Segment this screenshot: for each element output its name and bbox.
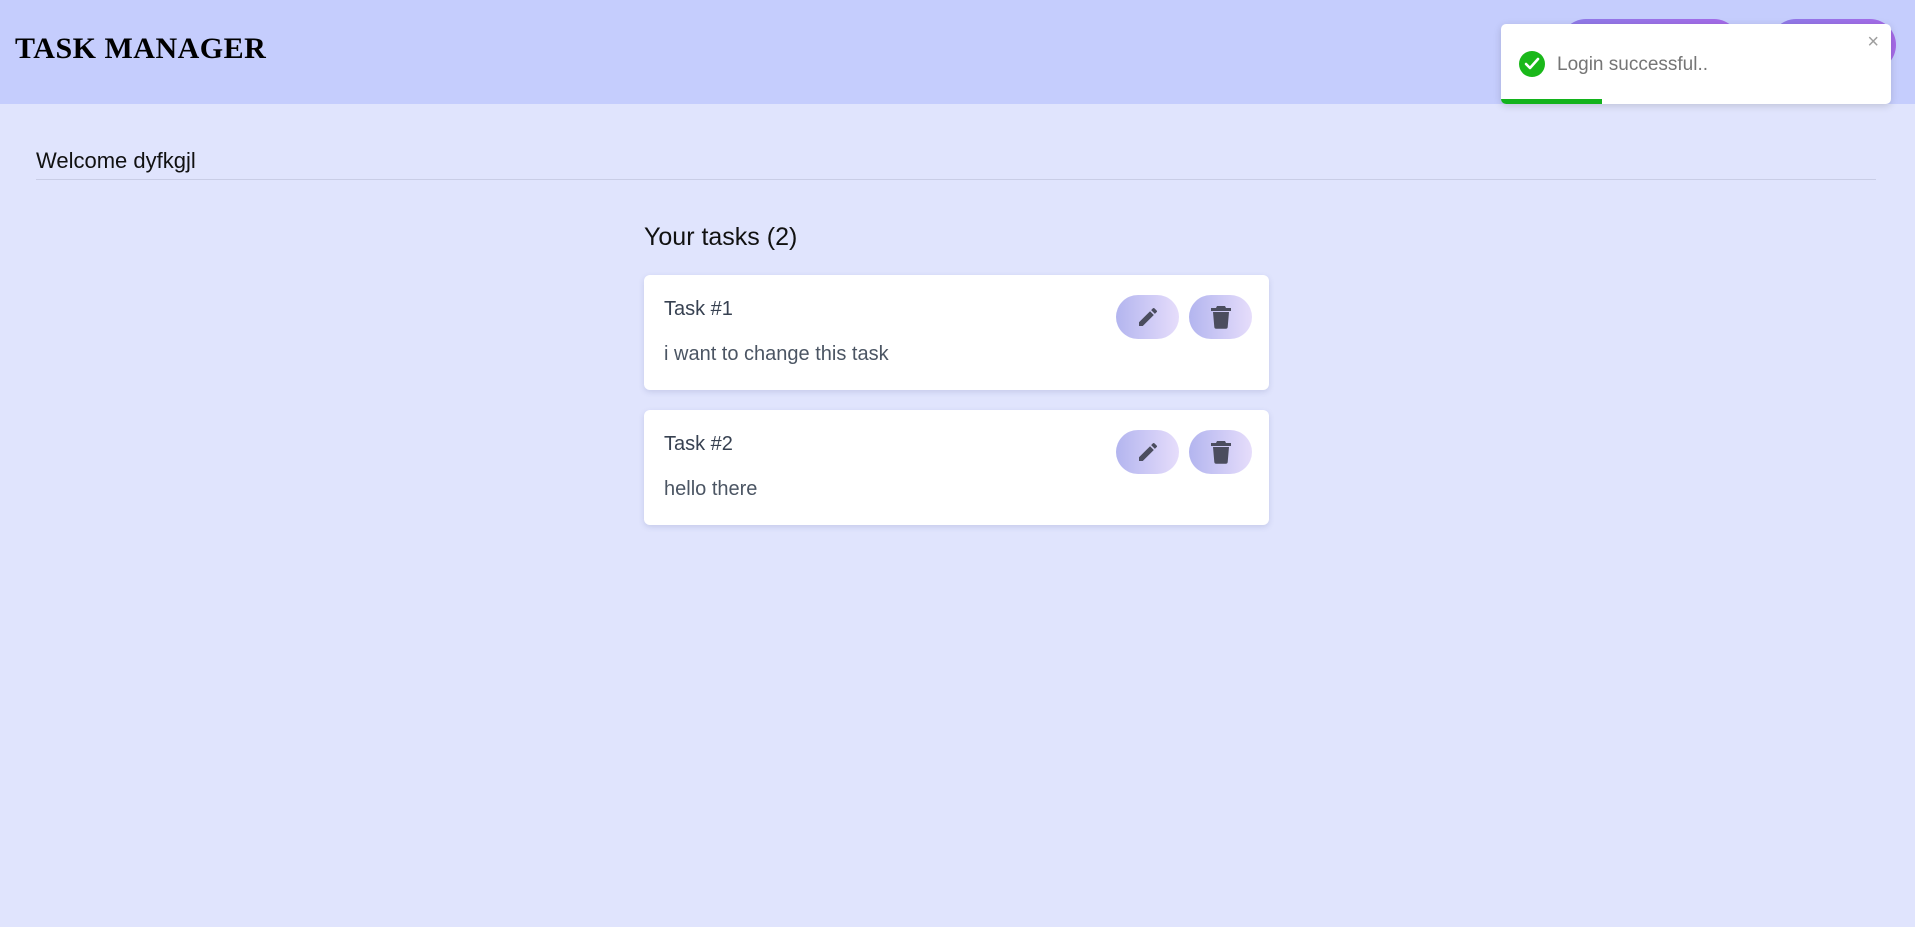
check-circle-icon: [1519, 51, 1545, 77]
task-description: hello there: [664, 478, 758, 500]
pencil-icon: [1138, 442, 1157, 461]
close-icon[interactable]: ×: [1867, 32, 1879, 52]
task-title: Task #1: [664, 298, 733, 320]
tasks-heading: Your tasks (2): [644, 223, 798, 251]
divider: [36, 179, 1876, 180]
toast-message: Login successful..: [1557, 54, 1709, 75]
delete-task-button[interactable]: [1189, 430, 1252, 474]
edit-task-button[interactable]: [1116, 295, 1179, 339]
pencil-icon: [1138, 307, 1157, 326]
app-title: TASK MANAGER: [15, 32, 267, 65]
trash-icon: [1210, 306, 1231, 329]
edit-task-button[interactable]: [1116, 430, 1179, 474]
delete-task-button[interactable]: [1189, 295, 1252, 339]
task-card: Task #1 i want to change this task: [644, 275, 1269, 390]
task-title: Task #2: [664, 433, 733, 455]
toast-notification: Login successful.. ×: [1501, 24, 1891, 104]
toast-progress-bar: [1501, 99, 1603, 104]
task-card: Task #2 hello there: [644, 410, 1269, 525]
welcome-text: Welcome dyfkgjl: [36, 148, 196, 173]
task-description: i want to change this task: [664, 343, 889, 365]
trash-icon: [1210, 441, 1231, 464]
